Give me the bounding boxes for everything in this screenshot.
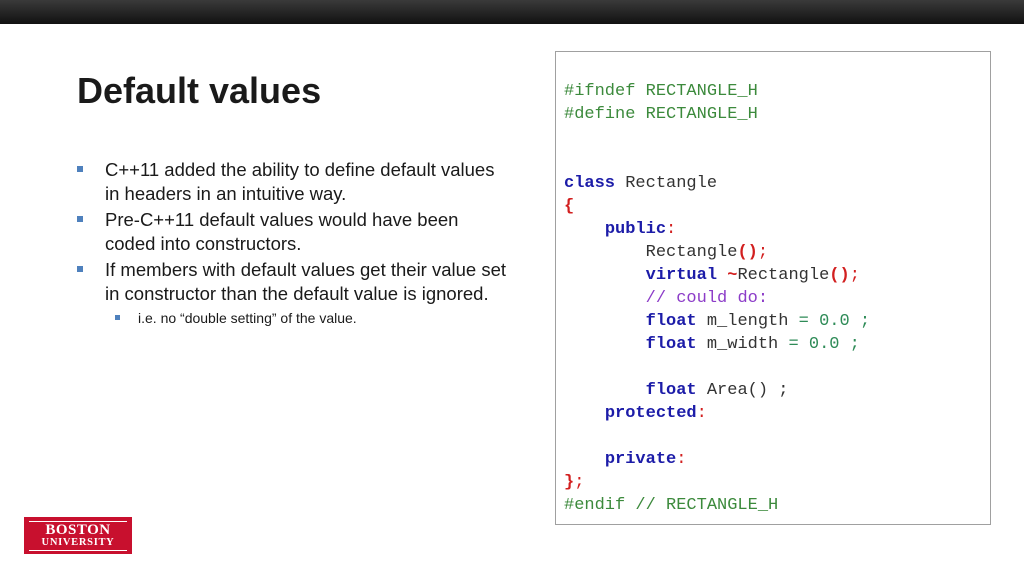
keyword-virtual: virtual <box>645 266 718 285</box>
length-default-value: = 0.0 ; <box>788 312 871 331</box>
code-panel: #ifndef RECTANGLE_H #define RECTANGLE_Hcl… <box>555 51 991 525</box>
keyword-protected: protected <box>604 404 697 423</box>
keyword-float: float <box>645 312 697 331</box>
bullet-item: C++11 added the ability to define defaul… <box>77 158 507 205</box>
colon: : <box>696 404 707 423</box>
sub-bullet-square-icon <box>115 315 120 320</box>
code-line-destructor: virtual ~Rectangle(); <box>564 264 870 287</box>
slide-title: Default values <box>77 70 322 111</box>
close-brace: } <box>564 473 575 492</box>
colon: : <box>676 450 687 469</box>
code-listing: #ifndef RECTANGLE_H #define RECTANGLE_Hcl… <box>564 57 870 563</box>
bullet-item: If members with default values get their… <box>77 258 507 305</box>
sub-bullet-item: i.e. no “double setting” of the value. <box>77 308 507 328</box>
logo-text-university: UNIVERSITY <box>41 536 115 548</box>
top-bar <box>0 0 1024 24</box>
tilde: ~ <box>727 266 738 285</box>
code-line-ifndef: #ifndef RECTANGLE_H <box>564 82 758 101</box>
keyword-private: private <box>604 450 677 469</box>
keyword-class: class <box>564 174 616 193</box>
code-line-endif: #endif // RECTANGLE_H <box>564 496 779 515</box>
keyword-public: public <box>604 220 667 239</box>
width-default-value: = 0.0 ; <box>778 335 860 354</box>
code-line-width: float m_width = 0.0 ; <box>564 333 870 356</box>
destructor-name: Rectangle <box>737 266 830 285</box>
bullet-text: Pre-C++11 default values would have been… <box>105 209 459 254</box>
logo-frame: BOSTON UNIVERSITY <box>29 520 127 551</box>
parens: () <box>737 243 758 262</box>
colon: : <box>666 220 677 239</box>
semicolon: ; <box>757 243 769 262</box>
bullet-item: Pre-C++11 default values would have been… <box>77 208 507 255</box>
open-brace: { <box>564 197 575 216</box>
member-length: m_length <box>696 312 789 331</box>
keyword-float: float <box>645 381 697 400</box>
semicolon: ; <box>849 266 860 285</box>
code-line-close-brace: }; <box>564 471 870 494</box>
bullet-square-icon <box>77 266 83 272</box>
code-line-length: float m_length = 0.0 ; <box>564 310 870 333</box>
code-line-public: public: <box>564 218 870 241</box>
bullet-square-icon <box>77 216 83 222</box>
code-line-constructor: Rectangle(); <box>564 241 870 264</box>
code-line-protected: protected: <box>564 402 870 425</box>
code-line-define: #define RECTANGLE_H <box>564 105 758 124</box>
bullet-list: C++11 added the ability to define defaul… <box>77 158 507 328</box>
constructor-name: Rectangle <box>645 243 738 262</box>
parens: () <box>829 266 850 285</box>
keyword-float: float <box>645 335 697 354</box>
area-declaration: Area() ; <box>696 381 789 400</box>
bullet-text: C++11 added the ability to define defaul… <box>105 159 495 204</box>
code-line-open-brace: { <box>564 195 870 218</box>
member-width: m_width <box>696 335 779 354</box>
sub-bullet-text: i.e. no “double setting” of the value. <box>138 310 357 326</box>
class-name: Rectangle <box>615 174 718 193</box>
bullet-text: If members with default values get their… <box>105 259 507 304</box>
code-line-comment: // could do: <box>564 287 870 310</box>
code-line-area: float Area() ; <box>564 379 870 402</box>
logo-text-boston: BOSTON <box>45 521 111 538</box>
code-line-class: class Rectangle <box>564 172 870 195</box>
bullet-square-icon <box>77 166 83 172</box>
comment-could-do: // could do: <box>645 289 769 308</box>
boston-university-logo: BOSTON UNIVERSITY <box>24 517 132 554</box>
code-line-private: private: <box>564 448 870 471</box>
semicolon: ; <box>574 473 585 492</box>
